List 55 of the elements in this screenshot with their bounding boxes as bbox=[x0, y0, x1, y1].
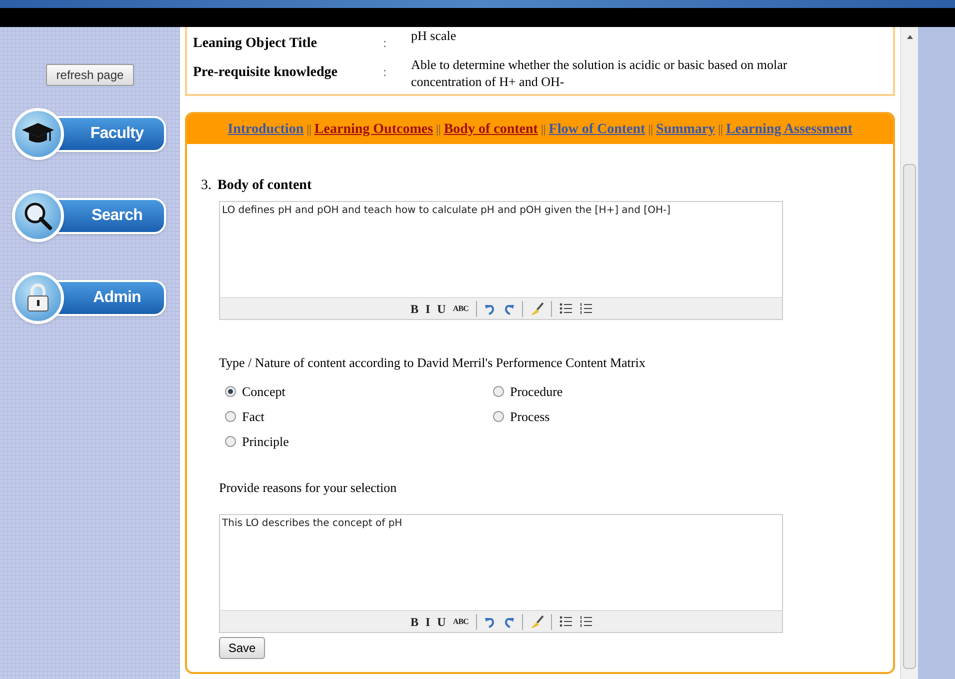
option-label: Process bbox=[510, 408, 550, 426]
option-label: Fact bbox=[242, 408, 264, 426]
format-button[interactable]: ABC bbox=[452, 302, 469, 314]
rich-text-editor[interactable]: This LO describes the concept of pH B I U ABC bbox=[219, 514, 783, 633]
bulleted-list-icon[interactable] bbox=[558, 302, 572, 315]
rich-text-editor[interactable]: LO defines pH and pOH and teach how to calculate pH and pOH given the [H+] and [OH-] B I U ABC bbox=[219, 201, 783, 320]
option-label: Principle bbox=[242, 432, 289, 451]
field-value: Able to determine whether the solution is acidic or basic based on molar concentration of H+ and OH- bbox=[411, 56, 788, 90]
brush-icon[interactable] bbox=[530, 614, 544, 628]
editor-text: LO defines pH and pOH and teach how to calculate pH and pOH given the [H+] and [OH-] bbox=[221, 204, 672, 218]
redo-icon[interactable] bbox=[502, 616, 515, 628]
option-label: Concept bbox=[242, 382, 286, 401]
redo-icon[interactable] bbox=[502, 302, 515, 314]
brush-icon[interactable] bbox=[530, 302, 544, 316]
section-title: Body of content bbox=[218, 177, 312, 195]
tab-separator: || bbox=[718, 121, 723, 138]
format-button[interactable]: U bbox=[437, 612, 446, 630]
format-button[interactable]: U bbox=[437, 300, 446, 318]
colon: : bbox=[383, 63, 388, 81]
format-button[interactable]: I bbox=[425, 300, 430, 318]
radio-button[interactable] bbox=[493, 386, 504, 397]
save-button[interactable]: Save bbox=[219, 637, 265, 659]
radio-button[interactable] bbox=[225, 386, 236, 397]
search-icon bbox=[23, 201, 53, 231]
radio-button[interactable] bbox=[225, 411, 236, 422]
scroll-up-icon[interactable] bbox=[906, 35, 912, 39]
padlock-icon bbox=[26, 283, 50, 313]
tab-separator: || bbox=[648, 121, 654, 138]
bulleted-list-icon[interactable] bbox=[558, 615, 572, 628]
field-value: pH scale bbox=[411, 27, 458, 44]
format-button[interactable]: ABC bbox=[452, 616, 469, 628]
undo-icon[interactable] bbox=[484, 616, 496, 628]
numbered-list-icon[interactable] bbox=[578, 302, 592, 315]
refresh-button[interactable]: refresh page bbox=[46, 64, 134, 86]
radio-button[interactable] bbox=[225, 436, 236, 447]
numbered-list-icon[interactable] bbox=[578, 615, 592, 628]
field-label: Leaning Object Title bbox=[193, 35, 318, 53]
tab-link[interactable]: Learning Outcomes bbox=[314, 118, 434, 140]
format-button[interactable]: B bbox=[410, 300, 418, 318]
field-label: Pre-requisite knowledge bbox=[193, 64, 339, 82]
format-button[interactable]: I bbox=[425, 612, 430, 630]
tab-separator: || bbox=[540, 121, 546, 138]
scrollbar[interactable] bbox=[900, 27, 918, 679]
reasons-label: Provide reasons for your selection bbox=[219, 478, 398, 497]
option-label: Procedure bbox=[510, 382, 563, 401]
tab-link[interactable]: Body of content bbox=[444, 118, 538, 140]
undo-icon[interactable] bbox=[484, 302, 496, 314]
section-number: 3. bbox=[201, 177, 212, 195]
tab-separator: || bbox=[436, 121, 441, 138]
format-button[interactable]: B bbox=[410, 612, 418, 630]
colon: : bbox=[383, 34, 388, 52]
radio-button[interactable] bbox=[493, 411, 504, 422]
question-text: Type / Nature of content according to David Merril's Performence Content Matrix bbox=[219, 354, 646, 372]
editor-text: This LO describes the concept of pH bbox=[221, 517, 404, 531]
tab-separator: || bbox=[306, 121, 312, 138]
